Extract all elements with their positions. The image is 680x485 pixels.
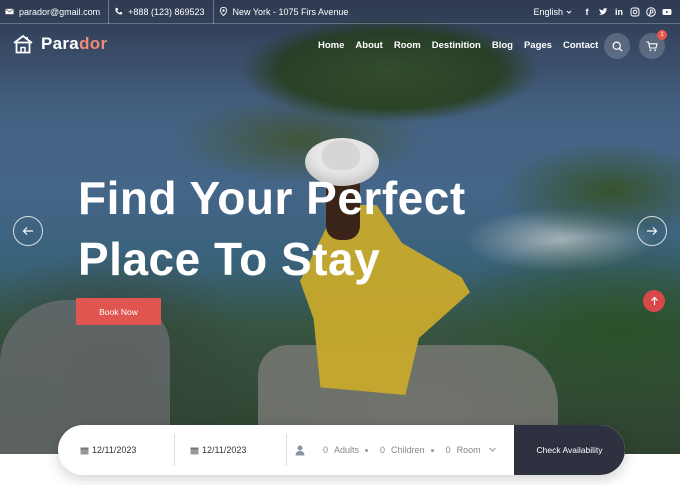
site-logo[interactable]: Parador <box>12 34 107 54</box>
top-info-bar: parador@gmail.com +888 (123) 869523 New … <box>0 0 680 24</box>
arrow-up-icon <box>650 296 658 305</box>
room-count: 0 <box>445 445 451 455</box>
check-out-field[interactable]: 12/11/2023 <box>190 425 246 475</box>
email-contact[interactable]: parador@gmail.com <box>0 0 110 24</box>
scroll-to-top-button[interactable] <box>643 290 665 312</box>
cart-badge: 1 <box>657 30 667 40</box>
linkedin-icon[interactable]: in <box>614 7 624 17</box>
nav-item-pages[interactable]: Pages <box>524 40 552 51</box>
adults-count: 0 <box>323 445 329 455</box>
slider-prev-button[interactable] <box>13 216 43 246</box>
booking-form: 12/11/2023 12/11/2023 0 Adults 0 Childre… <box>58 425 625 475</box>
book-now-button[interactable]: Book Now <box>76 298 161 325</box>
email-text: parador@gmail.com <box>19 6 101 17</box>
location-pin-icon <box>219 7 227 16</box>
separator-dot <box>365 448 369 452</box>
chevron-down-icon[interactable] <box>488 445 497 454</box>
address-contact: New York - 1075 Firs Avenue <box>214 0 357 24</box>
guests-selector[interactable]: 0 Adults 0 Children 0 Room <box>295 445 481 456</box>
address-text: New York - 1075 Firs Avenue <box>232 6 349 17</box>
arrow-right-icon <box>647 227 658 235</box>
house-logo-icon <box>13 34 33 54</box>
language-label: English <box>533 7 563 17</box>
phone-icon <box>115 7 123 15</box>
children-count: 0 <box>380 445 386 455</box>
slider-next-button[interactable] <box>637 216 667 246</box>
logo-text: Parador <box>41 34 108 53</box>
hero-headline: Find Your Perfect Place To Stay <box>78 172 466 285</box>
nav-item-room[interactable]: Room <box>394 40 421 51</box>
cart-button[interactable]: 1 <box>639 30 667 59</box>
user-icon <box>295 445 305 455</box>
nav-item-about[interactable]: About <box>355 40 382 51</box>
nav-item-home[interactable]: Home <box>318 40 344 51</box>
youtube-icon[interactable] <box>662 7 672 17</box>
calendar-icon <box>80 447 89 454</box>
check-availability-button[interactable]: Check Availability <box>514 425 625 475</box>
calendar-icon <box>190 447 199 454</box>
mail-icon <box>5 8 14 15</box>
main-navbar: Parador Home About Room Destinition Blog… <box>0 24 680 68</box>
divider <box>286 434 287 466</box>
room-label: Room <box>456 445 481 455</box>
pinterest-icon[interactable] <box>646 7 656 17</box>
arrow-left-icon <box>22 227 33 235</box>
topbar-right: English f in <box>533 0 672 24</box>
phone-contact[interactable]: +888 (123) 869523 <box>109 0 214 24</box>
twitter-icon[interactable] <box>598 7 608 17</box>
woman-hat-crown <box>322 140 360 170</box>
divider <box>174 434 175 466</box>
main-menu: Home About Room Destinition Blog Pages C… <box>318 40 598 51</box>
check-in-value: 12/11/2023 <box>92 445 137 455</box>
nav-item-contact[interactable]: Contact <box>563 40 598 51</box>
phone-text: +888 (123) 869523 <box>128 6 205 17</box>
search-button[interactable] <box>604 33 630 59</box>
check-out-value: 12/11/2023 <box>202 445 247 455</box>
nav-item-blog[interactable]: Blog <box>492 40 513 51</box>
cart-icon <box>646 40 658 51</box>
separator-dot <box>430 448 434 452</box>
search-icon <box>611 40 622 51</box>
instagram-icon[interactable] <box>630 7 640 17</box>
children-label: Children <box>391 445 425 455</box>
chevron-down-icon <box>566 10 572 14</box>
check-in-field[interactable]: 12/11/2023 <box>80 425 136 475</box>
adults-label: Adults <box>334 445 360 455</box>
nav-item-destinition[interactable]: Destinition <box>432 40 481 51</box>
facebook-icon[interactable]: f <box>582 7 592 17</box>
language-select[interactable]: English <box>533 7 572 17</box>
